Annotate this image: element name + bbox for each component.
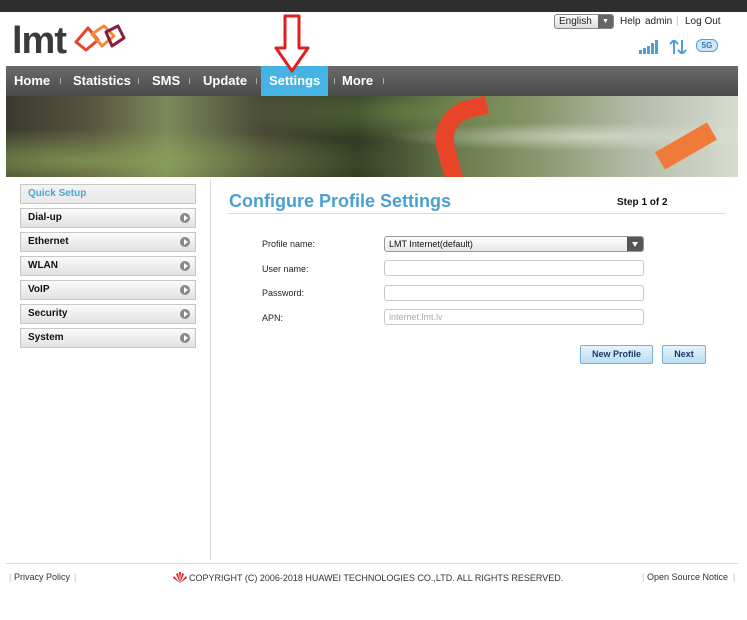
separator: | <box>733 572 736 582</box>
header: lmt English ▼ Help admin | Log Out 5G <box>6 12 738 66</box>
chevron-right-icon <box>180 261 190 271</box>
apn-input[interactable]: internet.lmt.lv <box>384 309 644 325</box>
help-link[interactable]: Help <box>620 16 641 27</box>
user-name-input[interactable] <box>384 260 644 276</box>
main-nav: Home Statistics SMS Update Settings More <box>6 66 738 96</box>
lmt-logo-text: lmt <box>12 20 67 62</box>
nav-update[interactable]: Update <box>203 66 247 96</box>
chevron-right-icon <box>180 333 190 343</box>
chevron-down-icon: ▼ <box>598 15 613 28</box>
profile-name-select[interactable]: LMT Internet(default) <box>384 236 644 252</box>
sidebar-item-quick-setup[interactable]: Quick Setup <box>20 184 196 204</box>
language-value: English <box>559 16 592 27</box>
profile-name-value: LMT Internet(default) <box>389 239 473 249</box>
password-label: Password: <box>262 288 305 298</box>
annotation-arrow-icon <box>274 14 310 73</box>
sidebar-item-label: Security <box>28 308 68 319</box>
chevron-right-icon <box>180 309 190 319</box>
privacy-policy-link[interactable]: Privacy Policy <box>14 572 70 582</box>
nav-separator <box>189 78 190 84</box>
next-button[interactable]: Next <box>662 345 706 364</box>
data-transfer-icon <box>669 40 687 54</box>
chevron-right-icon <box>180 213 190 223</box>
nav-separator <box>383 78 384 84</box>
nav-separator <box>60 78 61 84</box>
nav-separator <box>334 78 335 84</box>
separator: | <box>74 572 77 582</box>
sidebar-item-label: WLAN <box>28 260 58 271</box>
user-name: admin <box>645 16 673 27</box>
user-name-label: User name: <box>262 264 309 274</box>
top-border-bar <box>0 0 747 12</box>
banner-foliage <box>6 96 738 177</box>
separator: | <box>676 16 679 27</box>
nav-statistics[interactable]: Statistics <box>73 66 131 96</box>
sidebar-item-ethernet[interactable]: Ethernet <box>20 232 196 252</box>
status-icons: 5G <box>639 38 719 54</box>
chevron-down-icon <box>627 237 643 251</box>
footer-divider <box>6 563 738 564</box>
logout-link[interactable]: Log Out <box>685 16 721 27</box>
lmt-logo-icon <box>74 24 126 52</box>
sidebar-item-label: System <box>28 332 64 343</box>
sidebar-item-label: VoIP <box>28 284 50 295</box>
page-title: Configure Profile Settings <box>229 191 452 211</box>
sidebar-item-label: Dial-up <box>28 212 62 223</box>
chevron-right-icon <box>180 285 190 295</box>
separator: | <box>642 572 645 582</box>
header-banner-image <box>6 96 738 177</box>
sidebar-item-label: Quick Setup <box>28 188 87 199</box>
profile-name-label: Profile name: <box>262 239 316 249</box>
sidebar-item-dial-up[interactable]: Dial-up <box>20 208 196 228</box>
apn-label: APN: <box>262 313 284 323</box>
nav-home[interactable]: Home <box>14 66 50 96</box>
sidebar-item-voip[interactable]: VoIP <box>20 280 196 300</box>
step-indicator: Step 1 of 2 <box>617 197 668 208</box>
separator: | <box>9 572 12 582</box>
nav-separator <box>256 78 257 84</box>
nav-separator <box>138 78 139 84</box>
content-divider <box>210 180 211 560</box>
sidebar-item-wlan[interactable]: WLAN <box>20 256 196 276</box>
chevron-right-icon <box>180 237 190 247</box>
signal-strength-icon <box>639 40 658 54</box>
huawei-logo-icon <box>173 572 187 583</box>
new-profile-button[interactable]: New Profile <box>580 345 653 364</box>
sidebar-item-label: Ethernet <box>28 236 69 247</box>
sidebar: Quick Setup Dial-up Ethernet WLAN VoIP S… <box>20 184 196 352</box>
title-divider <box>228 213 725 214</box>
password-input[interactable] <box>384 285 644 301</box>
open-source-notice-link[interactable]: Open Source Notice <box>647 572 728 582</box>
copyright-text: COPYRIGHT (C) 2006-2018 HUAWEI TECHNOLOG… <box>189 573 564 583</box>
nav-sms[interactable]: SMS <box>152 66 180 96</box>
sidebar-item-system[interactable]: System <box>20 328 196 348</box>
language-select[interactable]: English ▼ <box>554 14 614 29</box>
sidebar-item-security[interactable]: Security <box>20 304 196 324</box>
nav-more[interactable]: More <box>342 66 373 96</box>
network-type-label: 5G <box>701 41 713 50</box>
network-type-icon: 5G <box>696 39 718 52</box>
